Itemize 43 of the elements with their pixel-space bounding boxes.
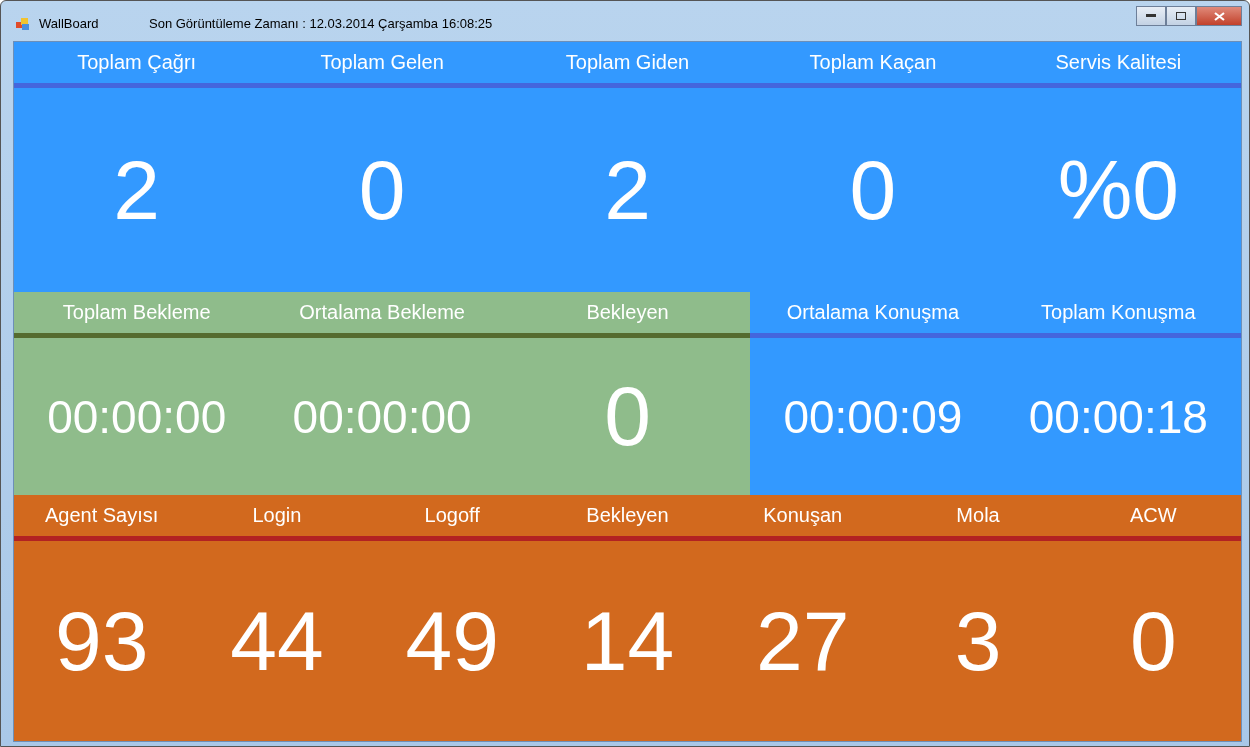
stat-label: Toplam Kaçan: [808, 51, 938, 74]
window-title: WallBoard: [39, 16, 100, 31]
stat-value: 0: [848, 141, 898, 239]
close-button[interactable]: [1196, 6, 1242, 26]
stat-value: 49: [404, 592, 500, 690]
stat-value: 0: [1128, 592, 1178, 690]
app-icon: [15, 15, 31, 32]
stat-value: 00:00:00: [291, 389, 473, 444]
stat-label: Toplam Konuşma: [1040, 301, 1197, 324]
stat-label: Ortalama Bekleme: [298, 301, 466, 324]
stat-label: Agent Sayısı: [43, 504, 160, 527]
stat-label: ACW: [1129, 504, 1178, 527]
stat-value: 00:00:09: [782, 389, 964, 444]
stat-value: %0: [1056, 141, 1181, 239]
stat-label: Servis Kalitesi: [1054, 51, 1183, 74]
stat-label: Logoff: [423, 504, 481, 527]
stat-label: Konuşan: [762, 504, 844, 527]
stat-value: 14: [579, 592, 676, 690]
stat-label: Login: [251, 504, 303, 527]
stat-label: Toplam Gelen: [319, 51, 445, 74]
stat-label: Bekleyen: [585, 301, 670, 324]
stat-value: 00:00:18: [1027, 389, 1209, 444]
stat-label: Mola: [955, 504, 1001, 527]
maximize-button[interactable]: [1166, 6, 1196, 26]
stat-value: 27: [755, 592, 851, 690]
stat-label: Bekleyen: [585, 504, 670, 527]
stat-value: 44: [229, 592, 325, 690]
stat-label: Ortalama Konuşma: [785, 301, 961, 324]
stat-value: 93: [53, 592, 150, 690]
stat-value: 3: [953, 592, 1003, 690]
stat-label: Toplam Giden: [564, 51, 691, 74]
stat-value: 0: [603, 368, 652, 465]
last-view-time: Son Görüntüleme Zamanı : 12.03.2014 Çarşamba 16:08:25: [149, 16, 494, 31]
stat-value: 2: [112, 141, 162, 239]
stat-label: Toplam Bekleme: [61, 301, 212, 324]
stat-value: 2: [603, 141, 652, 239]
close-icon: [1213, 11, 1225, 21]
stat-label: Toplam Çağrı: [76, 51, 198, 74]
maximize-icon: [1176, 12, 1186, 20]
minimize-button[interactable]: [1136, 6, 1166, 26]
stat-value: 00:00:00: [46, 389, 228, 444]
minimize-icon: [1146, 14, 1156, 18]
stat-value: 0: [357, 141, 407, 239]
